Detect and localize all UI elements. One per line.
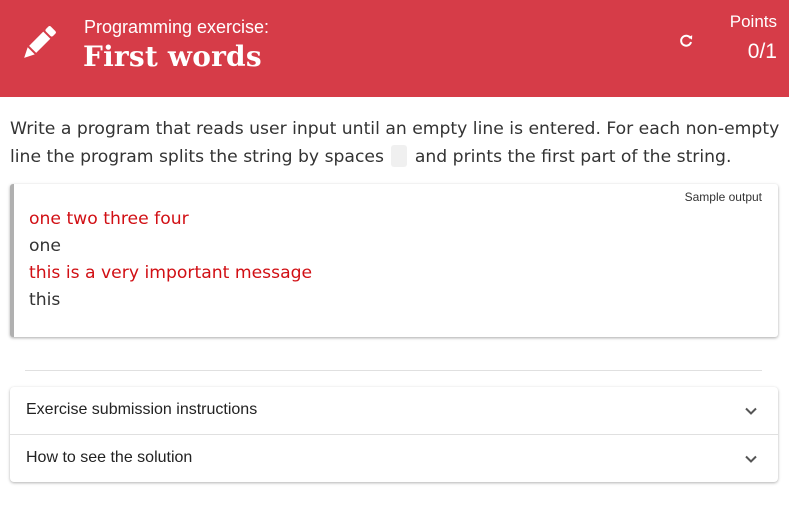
chevron-down-icon[interactable] <box>744 404 758 418</box>
accordion-label: Exercise submission instructions <box>26 401 258 418</box>
exercise-type-label: Programming exercise: <box>84 17 270 37</box>
accordion-submission-instructions[interactable]: Exercise submission instructions <box>10 387 778 434</box>
info-accordion: Exercise submission instructions How to … <box>10 387 778 482</box>
points-label: Points <box>729 12 777 31</box>
accordion-label: How to see the solution <box>26 449 193 466</box>
sample-output-label: Sample output <box>684 190 762 204</box>
accordion-see-solution[interactable]: How to see the solution <box>10 434 778 482</box>
inline-code-space <box>391 145 408 167</box>
pencil-icon <box>24 26 56 58</box>
sample-output-line: this <box>29 290 61 310</box>
exercise-header: Programming exercise: First words Points… <box>0 0 789 97</box>
sample-input-line: this is a very important message <box>29 263 313 283</box>
sample-output-line: one <box>29 236 61 256</box>
section-divider <box>25 370 762 371</box>
refresh-icon[interactable] <box>678 33 694 49</box>
chevron-down-icon[interactable] <box>744 452 758 466</box>
points-value: 0/1 <box>747 40 777 63</box>
exercise-description: Write a program that reads user input un… <box>10 115 780 171</box>
sample-input-line: one two three four <box>29 209 189 229</box>
description-text-end: and prints the first part of the string. <box>409 147 732 167</box>
sample-output-lines: one two three four one this is a very im… <box>29 206 312 314</box>
exercise-title: First words <box>83 40 262 73</box>
sample-output-box: Sample output one two three four one thi… <box>10 184 778 337</box>
